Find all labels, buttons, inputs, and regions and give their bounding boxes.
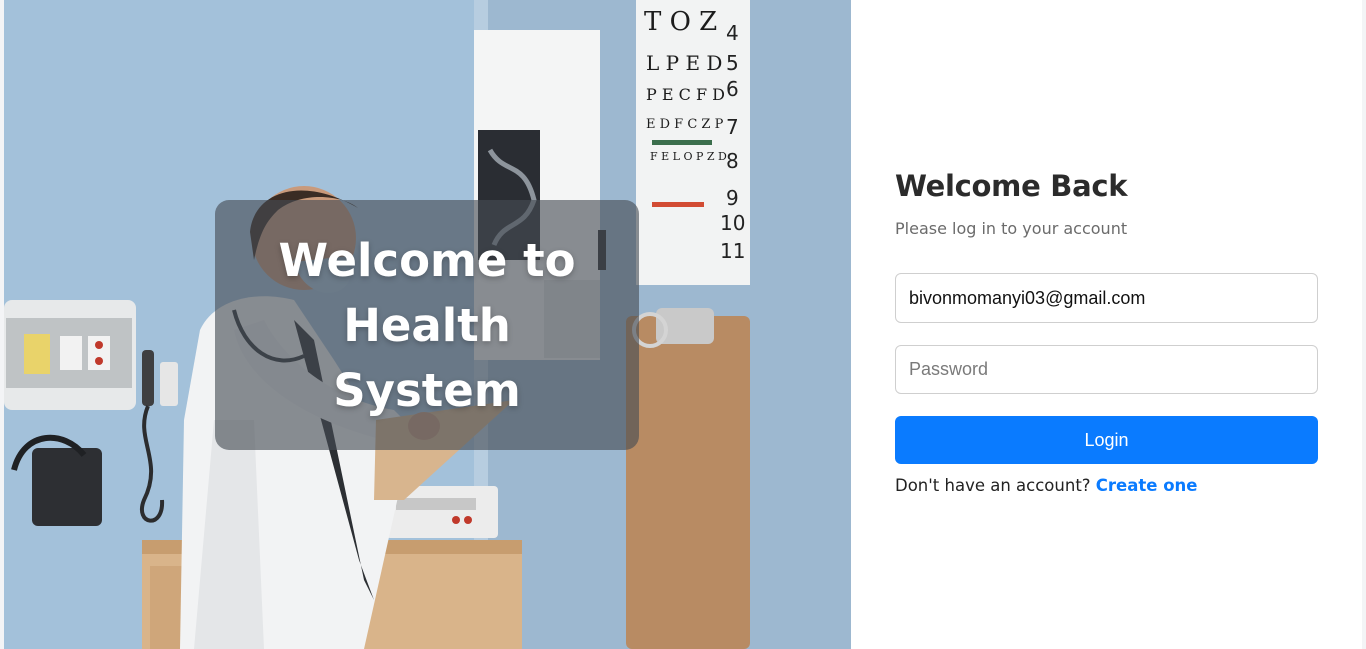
app-window: T O Z L P E D P E C F D E D F C Z P F E … — [0, 0, 1366, 649]
svg-text:L P E D: L P E D — [646, 51, 722, 75]
svg-text:6: 6 — [726, 77, 739, 101]
svg-text:E D F C Z P: E D F C Z P — [646, 117, 724, 132]
window-edge-right — [1362, 0, 1366, 649]
svg-text:9: 9 — [726, 186, 739, 210]
login-subheading: Please log in to your account — [895, 219, 1128, 238]
hero-image-panel: T O Z L P E D P E C F D E D F C Z P F E … — [4, 0, 851, 649]
svg-text:4: 4 — [726, 21, 739, 45]
svg-text:8: 8 — [726, 149, 739, 173]
svg-text:11: 11 — [720, 239, 745, 263]
hero-title: Welcome to Health System — [278, 233, 576, 417]
login-button[interactable]: Login — [895, 416, 1318, 464]
svg-text:10: 10 — [720, 211, 745, 235]
signup-prompt-line: Don't have an account? Create one — [895, 474, 1318, 498]
email-field[interactable] — [895, 273, 1318, 323]
svg-text:P E C F D: P E C F D — [646, 85, 725, 104]
create-account-link[interactable]: Create one — [1096, 476, 1198, 495]
svg-text:T O Z: T O Z — [644, 7, 717, 37]
svg-text:5: 5 — [726, 51, 739, 75]
password-field[interactable] — [895, 345, 1318, 394]
svg-text:F E L O P Z D: F E L O P Z D — [650, 150, 727, 163]
svg-text:7: 7 — [726, 115, 739, 139]
login-heading: Welcome Back — [895, 169, 1128, 203]
hero-overlay-card: Welcome to Health System — [215, 200, 639, 450]
login-panel: Welcome Back Please log in to your accou… — [895, 168, 1318, 498]
signup-prompt-text: Don't have an account? — [895, 476, 1091, 495]
